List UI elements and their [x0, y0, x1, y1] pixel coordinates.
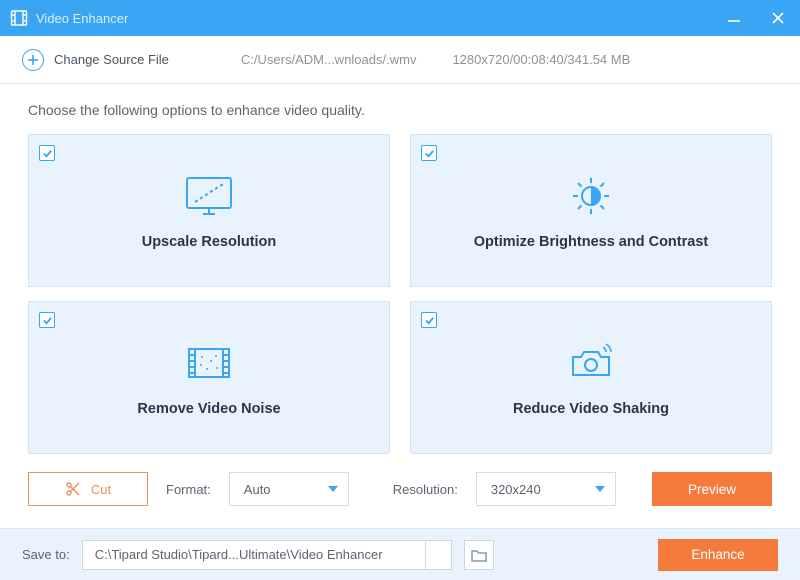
close-button[interactable] [756, 0, 800, 36]
card-label: Optimize Brightness and Contrast [474, 234, 708, 250]
source-path: C:/Users/ADM...wnloads/.wmv [241, 52, 417, 67]
format-dropdown[interactable]: Auto [229, 472, 349, 506]
enhance-label: Enhance [691, 547, 744, 562]
checkbox-icon[interactable] [421, 145, 437, 161]
scissors-icon [65, 481, 81, 497]
card-label: Reduce Video Shaking [513, 401, 669, 417]
chevron-down-icon [425, 541, 451, 569]
resolution-value: 320x240 [491, 482, 541, 497]
main-area: Choose the following options to enhance … [0, 84, 800, 528]
card-optimize-brightness[interactable]: Optimize Brightness and Contrast [410, 134, 772, 287]
card-label: Upscale Resolution [142, 234, 277, 250]
card-upscale-resolution[interactable]: Upscale Resolution [28, 134, 390, 287]
option-grid: Upscale Resolution [28, 134, 772, 454]
save-path-dropdown[interactable]: C:\Tipard Studio\Tipard...Ultimate\Video… [82, 540, 452, 570]
resolution-dropdown[interactable]: 320x240 [476, 472, 616, 506]
app-title: Video Enhancer [36, 11, 712, 26]
cut-label: Cut [91, 482, 111, 497]
source-meta: 1280x720/00:08:40/341.54 MB [452, 52, 630, 67]
resolution-label: Resolution: [393, 482, 458, 497]
controls-row: Cut Format: Auto Resolution: 320x240 Pre… [28, 472, 772, 506]
open-folder-button[interactable] [464, 540, 494, 570]
change-source-label: Change Source File [54, 52, 169, 67]
save-path-value: C:\Tipard Studio\Tipard...Ultimate\Video… [83, 547, 395, 562]
checkbox-icon[interactable] [39, 145, 55, 161]
card-remove-noise[interactable]: Remove Video Noise [28, 301, 390, 454]
format-value: Auto [244, 482, 271, 497]
card-label: Remove Video Noise [137, 401, 280, 417]
preview-label: Preview [688, 482, 736, 497]
app-icon [10, 9, 28, 27]
enhance-button[interactable]: Enhance [658, 539, 778, 571]
save-to-label: Save to: [22, 547, 70, 562]
filmstrip-icon [179, 339, 239, 387]
card-reduce-shaking[interactable]: Reduce Video Shaking [410, 301, 772, 454]
titlebar: Video Enhancer [0, 0, 800, 36]
preview-button[interactable]: Preview [652, 472, 772, 506]
checkbox-icon[interactable] [421, 312, 437, 328]
brightness-icon [561, 172, 621, 220]
monitor-icon [179, 172, 239, 220]
instruction-text: Choose the following options to enhance … [28, 102, 772, 118]
cut-button[interactable]: Cut [28, 472, 148, 506]
checkbox-icon[interactable] [39, 312, 55, 328]
folder-icon [471, 548, 487, 562]
format-label: Format: [166, 482, 211, 497]
plus-icon [22, 49, 44, 71]
chevron-down-icon [328, 486, 338, 492]
change-source-button[interactable]: Change Source File [22, 49, 169, 71]
source-bar: Change Source File C:/Users/ADM...wnload… [0, 36, 800, 84]
footer-bar: Save to: C:\Tipard Studio\Tipard...Ultim… [0, 528, 800, 580]
minimize-button[interactable] [712, 0, 756, 36]
app-window: Video Enhancer Change Source File C:/Use… [0, 0, 800, 580]
chevron-down-icon [595, 486, 605, 492]
camera-shake-icon [561, 339, 621, 387]
